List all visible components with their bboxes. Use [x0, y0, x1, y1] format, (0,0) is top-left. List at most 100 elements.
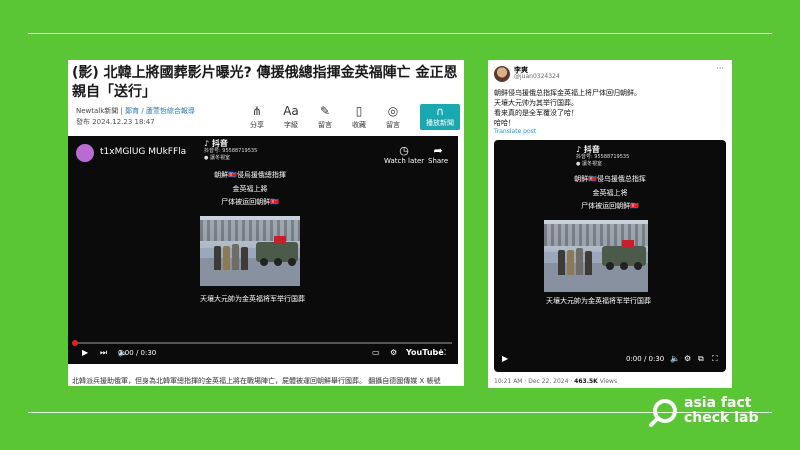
- video-time: 0:00 / 0:30: [626, 355, 665, 363]
- tweet-text-line: 天壤大元帅为其举行国葬。: [494, 99, 578, 107]
- person: [241, 247, 248, 270]
- font-size-icon: Aa: [283, 104, 299, 118]
- user-handle[interactable]: @juan0324324: [514, 73, 560, 80]
- news-headline[interactable]: (影) 北韓上將國葬影片曝光? 傳援俄總指揮金英福陣亡 金正恩親自「送行」: [72, 64, 462, 102]
- caption-line-3: 尸体被运回朝鲜🇰🇵: [581, 202, 639, 210]
- news-author[interactable]: 鄭育 / 蘆萱哲綜合報導: [125, 107, 195, 115]
- progress-handle[interactable]: [72, 340, 78, 346]
- person: [223, 246, 230, 270]
- youtube-logo[interactable]: YouTube: [406, 348, 444, 357]
- tweet-video-player[interactable]: ♪ 抖音 抖音号: 95588719535 ● 讓冬視室 朝鲜🇰🇵侵乌援俄总指挥 …: [494, 140, 726, 372]
- tweet-text-line: 看来真的是全军覆没了哈！: [494, 109, 578, 117]
- headphones-icon: ∩: [435, 105, 445, 118]
- caption-line-2: 金英福上将: [592, 189, 628, 197]
- settings-gear-icon[interactable]: ⚙: [684, 354, 691, 363]
- volume-icon[interactable]: 🔈: [670, 354, 680, 363]
- play-button[interactable]: ▶: [82, 348, 88, 357]
- comment-label: 留言: [318, 121, 332, 129]
- share-label: 分享: [250, 121, 264, 129]
- douyin-sub-line: ● 讓冬視室: [204, 155, 230, 161]
- logo-text: asia fact check lab: [684, 396, 759, 426]
- tweet-text: 朝鲜侵乌援俄总指挥金英福上将尸体回归朝鲜。 天壤大元帅为其举行国葬。 看来真的是…: [494, 88, 641, 128]
- person: [232, 244, 239, 270]
- message-icon: ◎: [387, 104, 399, 118]
- wheel: [288, 258, 296, 266]
- share-video-button[interactable]: ➦ Share: [428, 144, 448, 165]
- settings-gear-icon[interactable]: ⚙: [390, 348, 397, 357]
- fullscreen-button[interactable]: ⛶: [440, 348, 446, 358]
- tweet-text-line: 朝鲜侵乌援俄总指挥金英福上将尸体回归朝鲜。: [494, 89, 641, 97]
- wheel: [634, 262, 642, 270]
- message-label: 留言: [386, 121, 400, 129]
- wheel: [274, 258, 282, 266]
- fullscreen-icon[interactable]: ⛶: [712, 354, 718, 364]
- tweet-text-line: 哈哈！: [494, 119, 515, 127]
- font-size-label: 字級: [284, 121, 298, 129]
- top-divider-line: [28, 33, 772, 34]
- logo-line-2: check lab: [684, 410, 759, 426]
- tweet-screenshot: 李爽 @juan0324324 ··· 朝鲜侵乌援俄总指挥金英福上将尸体回归朝鲜…: [488, 60, 732, 388]
- play-news-button[interactable]: ∩ 播放新聞: [420, 104, 460, 130]
- wheel: [260, 258, 268, 266]
- funeral-video-frame: [200, 216, 300, 286]
- caption-line-1: 朝鲜🇰🇵侵乌援俄总指挥: [574, 175, 646, 183]
- image-caption: 北韓派兵援助俄軍，但身為北韓軍總指揮的金英福上將在戰場陣亡，屍體被運回朝鮮舉行國…: [72, 377, 441, 385]
- message-button[interactable]: ◎ 留言: [376, 104, 410, 134]
- share-icon: ⋔: [251, 104, 263, 118]
- douyin-id-line: 抖音号: 95588719535: [576, 154, 630, 160]
- channel-name[interactable]: t1xMGlUG MUkFFla: [100, 147, 186, 157]
- douyin-id-line: 抖音号: 95588719535: [204, 148, 258, 154]
- views-label: Views: [597, 378, 618, 385]
- news-meta: Newtalk新聞 | 鄭育 / 蘆萱哲綜合報導 發布 2024.12.23 1…: [76, 106, 195, 128]
- view-count: 463.5K: [574, 378, 598, 385]
- channel-avatar[interactable]: [76, 144, 94, 162]
- video-bottom-caption: 天壤大元帥为金英福将军举行国葬: [546, 297, 651, 305]
- douyin-label: 抖音: [211, 139, 228, 148]
- funeral-video-frame: [544, 220, 648, 292]
- douyin-label: 抖音: [583, 145, 600, 154]
- clock-icon: ◷: [399, 144, 409, 157]
- share-button[interactable]: ⋔ 分享: [240, 104, 274, 134]
- more-options-icon[interactable]: ···: [716, 64, 724, 73]
- wheel: [620, 262, 628, 270]
- user-avatar[interactable]: [494, 66, 510, 82]
- comment-button[interactable]: ✎ 留言: [308, 104, 342, 134]
- bookmark-label: 收藏: [352, 121, 366, 129]
- wheel: [606, 262, 614, 270]
- bookmark-icon: ▯: [355, 104, 363, 118]
- translate-post-link[interactable]: Translate post: [494, 128, 536, 135]
- share-video-label: Share: [428, 157, 449, 165]
- video-bottom-caption: 天壤大元帥为金英福将军举行国葬: [200, 295, 305, 303]
- logo-line-1: asia fact: [684, 395, 752, 411]
- douyin-id: 抖音号: 95588719535 ● 讓冬視室: [204, 148, 257, 162]
- flag: [622, 240, 634, 248]
- watch-later-label: Watch later: [384, 157, 425, 165]
- news-source[interactable]: Newtalk新聞: [76, 107, 118, 115]
- person: [585, 251, 592, 275]
- tweet-time[interactable]: 10:21 AM · Dec 22, 2024 ·: [494, 378, 574, 385]
- play-button[interactable]: ▶: [502, 354, 508, 363]
- article-toolbar: ⋔ 分享 Aa 字級 ✎ 留言 ▯ 收藏 ◎ 留言: [240, 104, 410, 134]
- progress-track[interactable]: [74, 342, 452, 344]
- play-news-label: 播放新聞: [426, 119, 454, 127]
- video-time: 0:00 / 0:30: [118, 349, 157, 357]
- caption-line-1: 朝鮮🇰🇵侵烏援俄總指揮: [214, 171, 286, 179]
- font-size-button[interactable]: Aa 字級: [274, 104, 308, 134]
- publish-date: 發布 2024.12.23 18:47: [76, 118, 155, 126]
- share-arrow-icon: ➦: [433, 144, 443, 157]
- bookmark-button[interactable]: ▯ 收藏: [342, 104, 376, 134]
- person: [576, 248, 583, 275]
- douyin-id: 抖音号: 95588719535 ● 讓冬視室: [576, 154, 629, 168]
- douyin-sub-line: ● 讓冬視室: [576, 161, 602, 167]
- person: [567, 250, 574, 275]
- comment-icon: ✎: [319, 104, 331, 118]
- captions-button[interactable]: ▭: [372, 348, 380, 357]
- caption-line-2: 金英福上將: [232, 185, 268, 193]
- pip-icon[interactable]: ⧉: [698, 354, 704, 364]
- person: [558, 250, 565, 275]
- youtube-player[interactable]: t1xMGlUG MUkFFla ◷ Watch later ➦ Share ♪ 抖…: [68, 136, 458, 364]
- person: [214, 246, 221, 270]
- next-button[interactable]: ⏭: [100, 348, 107, 358]
- watch-later-button[interactable]: ◷ Watch later: [384, 144, 424, 165]
- magnifier-logo-icon: [649, 399, 677, 427]
